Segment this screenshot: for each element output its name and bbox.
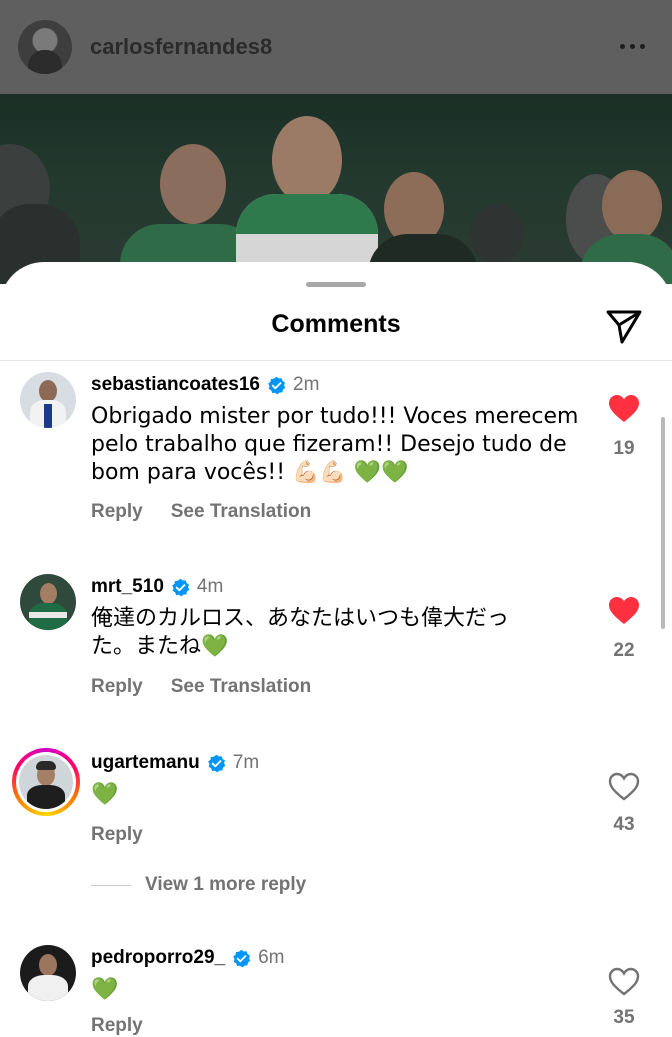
like-count: 19 xyxy=(613,438,635,459)
comment-text-line: た。またね💚 xyxy=(91,634,229,659)
comment-text-line: 俺達のカルロス、あなたはいつも偉大だっ xyxy=(91,606,510,631)
like-count: 22 xyxy=(613,640,635,661)
reply-button[interactable]: Reply xyxy=(91,676,143,698)
post-username[interactable]: carlosfernandes8 xyxy=(90,34,272,60)
view-replies-label[interactable]: View 1 more reply xyxy=(145,874,306,896)
avatar[interactable] xyxy=(20,372,76,428)
comment-timestamp: 6m xyxy=(258,947,285,968)
reply-button[interactable]: Reply xyxy=(91,1015,143,1037)
avatar[interactable] xyxy=(20,574,76,630)
reply-button[interactable]: Reply xyxy=(91,501,143,523)
comment-username[interactable]: ugartemanu xyxy=(91,752,200,774)
comment-text-line: 💚 xyxy=(91,977,119,1002)
post-image xyxy=(0,94,672,284)
like-count: 35 xyxy=(613,1007,635,1028)
reply-button[interactable]: Reply xyxy=(91,824,143,846)
comment-text: 俺達のカルロス、あなたはいつも偉大だっ た。またね💚 xyxy=(91,605,591,661)
verified-badge-icon xyxy=(207,754,225,772)
see-translation-button[interactable]: See Translation xyxy=(171,676,311,698)
send-icon[interactable] xyxy=(604,306,644,346)
comment-text: 💚 xyxy=(91,976,591,1004)
comment-username[interactable]: pedroporro29_ xyxy=(91,947,225,969)
heart-outline-icon[interactable] xyxy=(608,772,640,802)
comment-item: sebastiancoates16 2m Obrigado mister por… xyxy=(0,372,672,542)
comment-username[interactable]: mrt_510 xyxy=(91,576,164,598)
more-horizontal-icon[interactable] xyxy=(620,38,650,54)
sheet-drag-handle[interactable] xyxy=(306,282,366,287)
comment-text-line: 💚 xyxy=(91,782,119,807)
comment-text-line: Obrigado mister por tudo!!! Voces merece… xyxy=(91,404,579,429)
comment-username[interactable]: sebastiancoates16 xyxy=(91,374,260,396)
comment-text: Obrigado mister por tudo!!! Voces merece… xyxy=(91,403,591,487)
comment-item: ugartemanu 7m 💚 Reply 43 xyxy=(0,748,672,850)
post-author-avatar[interactable] xyxy=(18,20,72,74)
replies-divider-line xyxy=(91,884,131,886)
heart-filled-icon[interactable] xyxy=(608,394,640,424)
heart-outline-icon[interactable] xyxy=(608,967,640,997)
comment-timestamp: 4m xyxy=(196,576,224,597)
heart-filled-icon[interactable] xyxy=(608,596,640,626)
verified-badge-icon xyxy=(172,578,190,596)
verified-badge-icon xyxy=(233,949,251,967)
avatar[interactable] xyxy=(20,945,76,1001)
avatar-story-ring[interactable] xyxy=(12,748,80,816)
comment-timestamp: 2m xyxy=(293,374,320,395)
comment-text-line: bom para vocês!! 💪🏻💪🏻 💚💚 xyxy=(91,460,409,485)
comment-text-line: pelo trabalho que fizeram!! Desejo tudo … xyxy=(91,432,567,457)
see-translation-button[interactable]: See Translation xyxy=(171,501,311,523)
comment-item: pedroporro29_ 6m 💚 Reply 35 xyxy=(0,945,672,1036)
like-count: 43 xyxy=(613,814,635,835)
comment-text: 💚 xyxy=(91,781,591,809)
verified-badge-icon xyxy=(268,376,286,394)
view-more-replies-button[interactable]: View 1 more reply xyxy=(91,874,306,896)
comment-item: mrt_510 4m 俺達のカルロス、あなたはいつも偉大だっ た。またね💚 Re… xyxy=(0,574,672,714)
post-header: carlosfernandes8 xyxy=(0,0,672,94)
comment-timestamp: 7m xyxy=(232,752,260,773)
sheet-title: Comments xyxy=(271,310,401,338)
header-divider xyxy=(0,360,672,361)
